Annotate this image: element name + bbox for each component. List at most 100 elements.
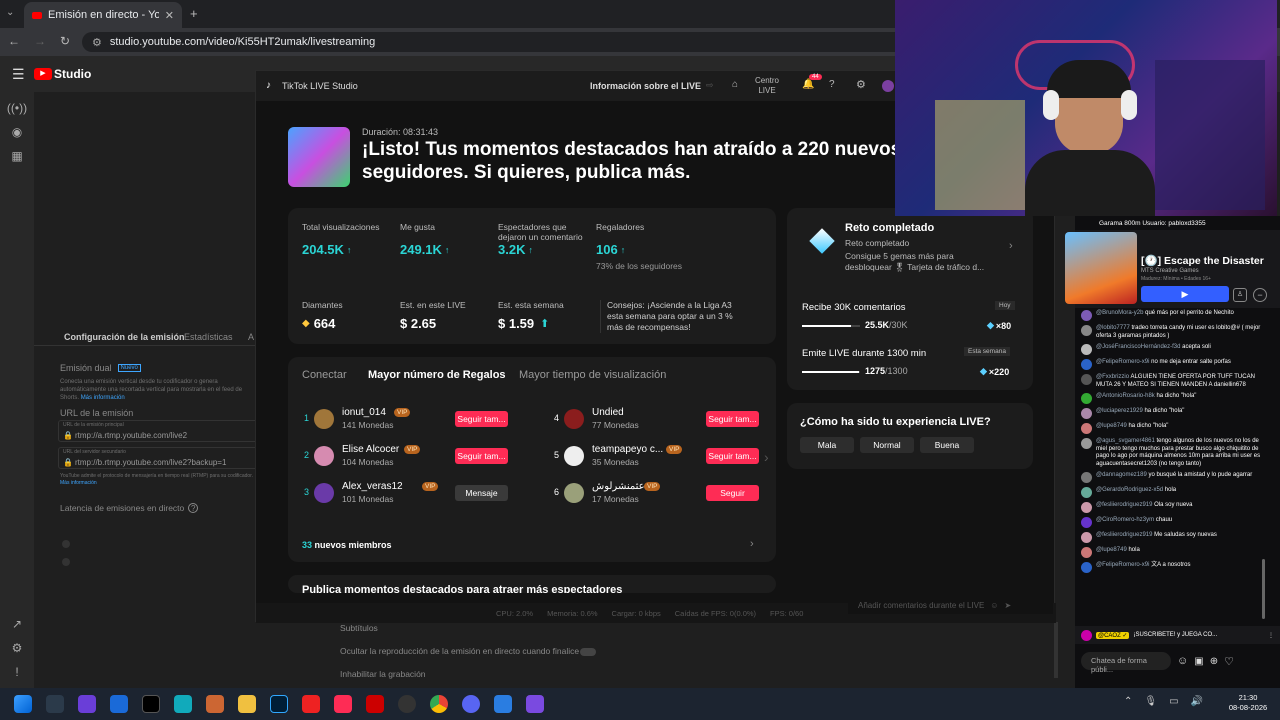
- message-button[interactable]: Mensaje: [455, 485, 508, 501]
- play-button[interactable]: ▶: [1141, 286, 1229, 302]
- app-icon[interactable]: [302, 695, 320, 713]
- follow-back-button[interactable]: Seguir tam...: [455, 411, 508, 427]
- browser-tab[interactable]: Emisión en directo - YouTube S ✕: [24, 2, 182, 28]
- network-icon[interactable]: ▭: [1169, 696, 1178, 707]
- tab-more[interactable]: A: [248, 332, 254, 342]
- tab-connect[interactable]: Conectar: [302, 369, 347, 381]
- live-info-link[interactable]: Información sobre el LIVE: [590, 81, 701, 91]
- profile-avatar[interactable]: [882, 80, 894, 92]
- follow-back-button[interactable]: Seguir tam...: [706, 411, 759, 427]
- chat-username[interactable]: @luciaperez1929: [1096, 408, 1143, 414]
- home-icon[interactable]: ⌂: [732, 79, 738, 90]
- menu-icon[interactable]: ☰: [12, 66, 25, 83]
- gift-icon[interactable]: ▣: [1194, 656, 1203, 667]
- bell-icon[interactable]: 🔔: [802, 79, 814, 90]
- headset-app-icon[interactable]: [206, 695, 224, 713]
- chat-username[interactable]: @lobito7777: [1096, 325, 1130, 331]
- tab-analytics[interactable]: Estadísticas: [184, 332, 233, 342]
- gifter-avatar[interactable]: [314, 483, 334, 503]
- follow-back-button[interactable]: Seguir tam...: [455, 448, 508, 464]
- live-icon[interactable]: ((•)): [0, 96, 34, 120]
- chat-username[interactable]: @GerardoRodriguez-x5d: [1096, 487, 1163, 493]
- send-icon[interactable]: ➤: [1004, 601, 1011, 610]
- youtube-studio-logo[interactable]: ▶ Studio: [34, 67, 91, 81]
- new-members-link[interactable]: 33 nuevos miembros: [302, 540, 392, 550]
- tab-list-icon[interactable]: ⌄: [6, 7, 14, 18]
- game-thumbnail[interactable]: [1065, 232, 1137, 304]
- super-chat-icon[interactable]: ⊕: [1210, 656, 1218, 667]
- chat-scrollbar[interactable]: [1262, 559, 1265, 619]
- chrome-icon[interactable]: [430, 695, 448, 713]
- reload-icon[interactable]: ↻: [60, 34, 70, 48]
- explorer-icon[interactable]: [110, 695, 128, 713]
- calendar-icon[interactable]: ▦: [0, 144, 34, 168]
- site-info-icon[interactable]: ⚙: [92, 36, 102, 49]
- chevron-right-icon[interactable]: ›: [764, 449, 769, 465]
- microphone-icon[interactable]: 🎙: [1144, 696, 1157, 707]
- app-icon[interactable]: [174, 695, 192, 713]
- follow-button[interactable]: Seguir: [706, 485, 759, 501]
- more-vertical-icon[interactable]: ⋮: [1268, 632, 1274, 639]
- gear-icon[interactable]: ⚙: [856, 78, 866, 91]
- discord-icon[interactable]: [462, 695, 480, 713]
- folder-icon[interactable]: [238, 695, 256, 713]
- feedback-good-button[interactable]: Buena: [920, 437, 974, 453]
- live-center-link[interactable]: Centro LIVE: [752, 76, 782, 96]
- feedback-bad-button[interactable]: Mala: [800, 437, 854, 453]
- clock[interactable]: 21:30 08-08-2026: [1226, 693, 1270, 713]
- chat-username[interactable]: @AntonioRosario-h8k: [1096, 393, 1155, 399]
- chat-username[interactable]: @fesliierodriguez919: [1096, 532, 1152, 538]
- chat-username[interactable]: @dannagomez189: [1096, 472, 1147, 478]
- help-icon[interactable]: ?: [829, 79, 835, 90]
- mouse-app-icon[interactable]: [46, 695, 64, 713]
- external-link-icon[interactable]: ↗: [0, 612, 34, 636]
- chat-username[interactable]: @lupe8749: [1096, 423, 1127, 429]
- tab-watch-time[interactable]: Mayor tiempo de visualización: [519, 369, 666, 381]
- app-icon[interactable]: [526, 695, 544, 713]
- chat-username[interactable]: @JoséFranciscoHernández-f3d: [1096, 344, 1180, 350]
- latency-radio[interactable]: [62, 540, 70, 548]
- gifter-avatar[interactable]: [564, 483, 584, 503]
- url-field[interactable]: ⚙ studio.youtube.com/video/Ki55HT2umak/l…: [82, 32, 922, 52]
- chat-username[interactable]: @FelipeRomero-x9i: [1096, 359, 1149, 365]
- heart-icon[interactable]: ♡: [1224, 655, 1234, 668]
- gifter-avatar[interactable]: [564, 409, 584, 429]
- start-icon[interactable]: [14, 695, 32, 713]
- chat-username[interactable]: @lupe8749: [1096, 547, 1127, 553]
- photoshop-icon[interactable]: [270, 695, 288, 713]
- volume-icon[interactable]: 🔊: [1191, 696, 1203, 707]
- feedback-icon[interactable]: !: [0, 660, 34, 684]
- dual-more-link[interactable]: Más información: [81, 395, 125, 401]
- collapse-icon[interactable]: −: [1253, 288, 1267, 302]
- latency-radio[interactable]: [62, 558, 70, 566]
- grid-app-icon[interactable]: [78, 695, 96, 713]
- rtmp-more-link[interactable]: Más información: [60, 480, 97, 486]
- emoji-icon[interactable]: ☺: [1177, 655, 1188, 667]
- voicemeeter-icon[interactable]: [366, 695, 384, 713]
- new-tab-icon[interactable]: +: [190, 6, 198, 21]
- chat-username[interactable]: @Fxxbrizzio: [1096, 374, 1129, 380]
- gifter-avatar[interactable]: [314, 409, 334, 429]
- tab-stream-settings[interactable]: Configuración de la emisión: [64, 332, 185, 342]
- chevron-right-icon[interactable]: ›: [750, 538, 754, 550]
- gifter-avatar[interactable]: [564, 446, 584, 466]
- back-icon[interactable]: ←: [8, 34, 20, 48]
- chat-username[interactable]: @CiroRomero-hz3ym: [1096, 517, 1154, 523]
- follow-back-button[interactable]: Seguir tam...: [706, 448, 759, 464]
- scrollbar[interactable]: [1054, 622, 1058, 678]
- feedback-normal-button[interactable]: Normal: [860, 437, 914, 453]
- tab-close-icon[interactable]: ✕: [165, 9, 174, 22]
- app-icon[interactable]: [494, 695, 512, 713]
- settings-icon[interactable]: ⚙: [0, 636, 34, 660]
- chat-username[interactable]: @FelipeRomero-x9i: [1096, 562, 1149, 568]
- tiktok-icon[interactable]: [334, 695, 352, 713]
- backup-url-field[interactable]: URL del servidor secundario 🔒 rtmp://b.r…: [58, 447, 258, 469]
- challenge-card[interactable]: Reto completado Reto completado Consigue…: [787, 208, 1033, 390]
- chat-input[interactable]: Chatea de forma públi...: [1081, 652, 1171, 674]
- emoji-icon[interactable]: ☺: [990, 601, 998, 610]
- chat-username[interactable]: @agus_svgamer4861: [1096, 438, 1155, 444]
- highlight-thumbnail[interactable]: [288, 127, 350, 187]
- person-add-icon[interactable]: ♙: [1233, 288, 1247, 302]
- forward-icon[interactable]: →: [34, 34, 46, 48]
- hide-replay-toggle[interactable]: [580, 648, 596, 656]
